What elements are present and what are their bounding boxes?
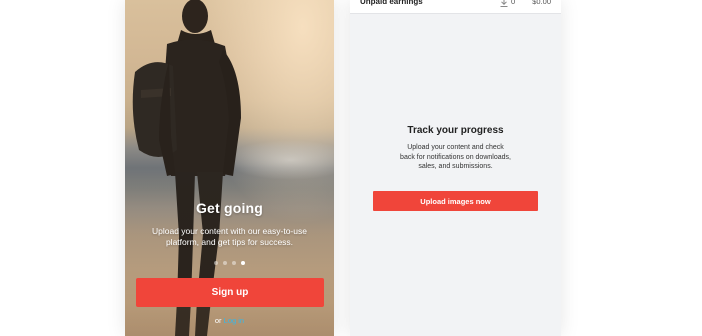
app-screens-showcase: Get going Upload your content with our e… — [0, 0, 702, 336]
pagination-dot-4[interactable] — [241, 261, 245, 265]
login-prompt: or Log in — [125, 316, 334, 325]
pagination-dot-1[interactable] — [214, 261, 218, 265]
empty-state-title: Track your progress — [407, 125, 504, 136]
login-link[interactable]: Log in — [224, 316, 244, 325]
pagination-dot-3[interactable] — [232, 261, 236, 265]
onboarding-screen: Get going Upload your content with our e… — [125, 0, 334, 336]
signup-button[interactable]: Sign up — [136, 278, 324, 307]
earnings-amount: $0.00 — [532, 0, 551, 6]
earnings-label: Unpaid earnings — [360, 0, 423, 6]
onboarding-title: Get going — [195, 200, 264, 216]
login-prefix: or — [214, 316, 222, 325]
pagination-dots — [125, 261, 334, 265]
dashboard-screen: Unpaid earnings 0 $0.00 Track your progr… — [350, 0, 561, 336]
earnings-bar: Unpaid earnings 0 $0.00 — [350, 0, 561, 14]
onboarding-description: Upload your content with our easy-to-use… — [152, 226, 307, 247]
upload-images-button[interactable]: Upload images now — [373, 191, 538, 211]
empty-state-description: Upload your content and check back for n… — [400, 144, 511, 170]
downloads-count: 0 — [511, 0, 516, 6]
download-icon — [500, 0, 508, 7]
pagination-dot-2[interactable] — [223, 261, 227, 265]
